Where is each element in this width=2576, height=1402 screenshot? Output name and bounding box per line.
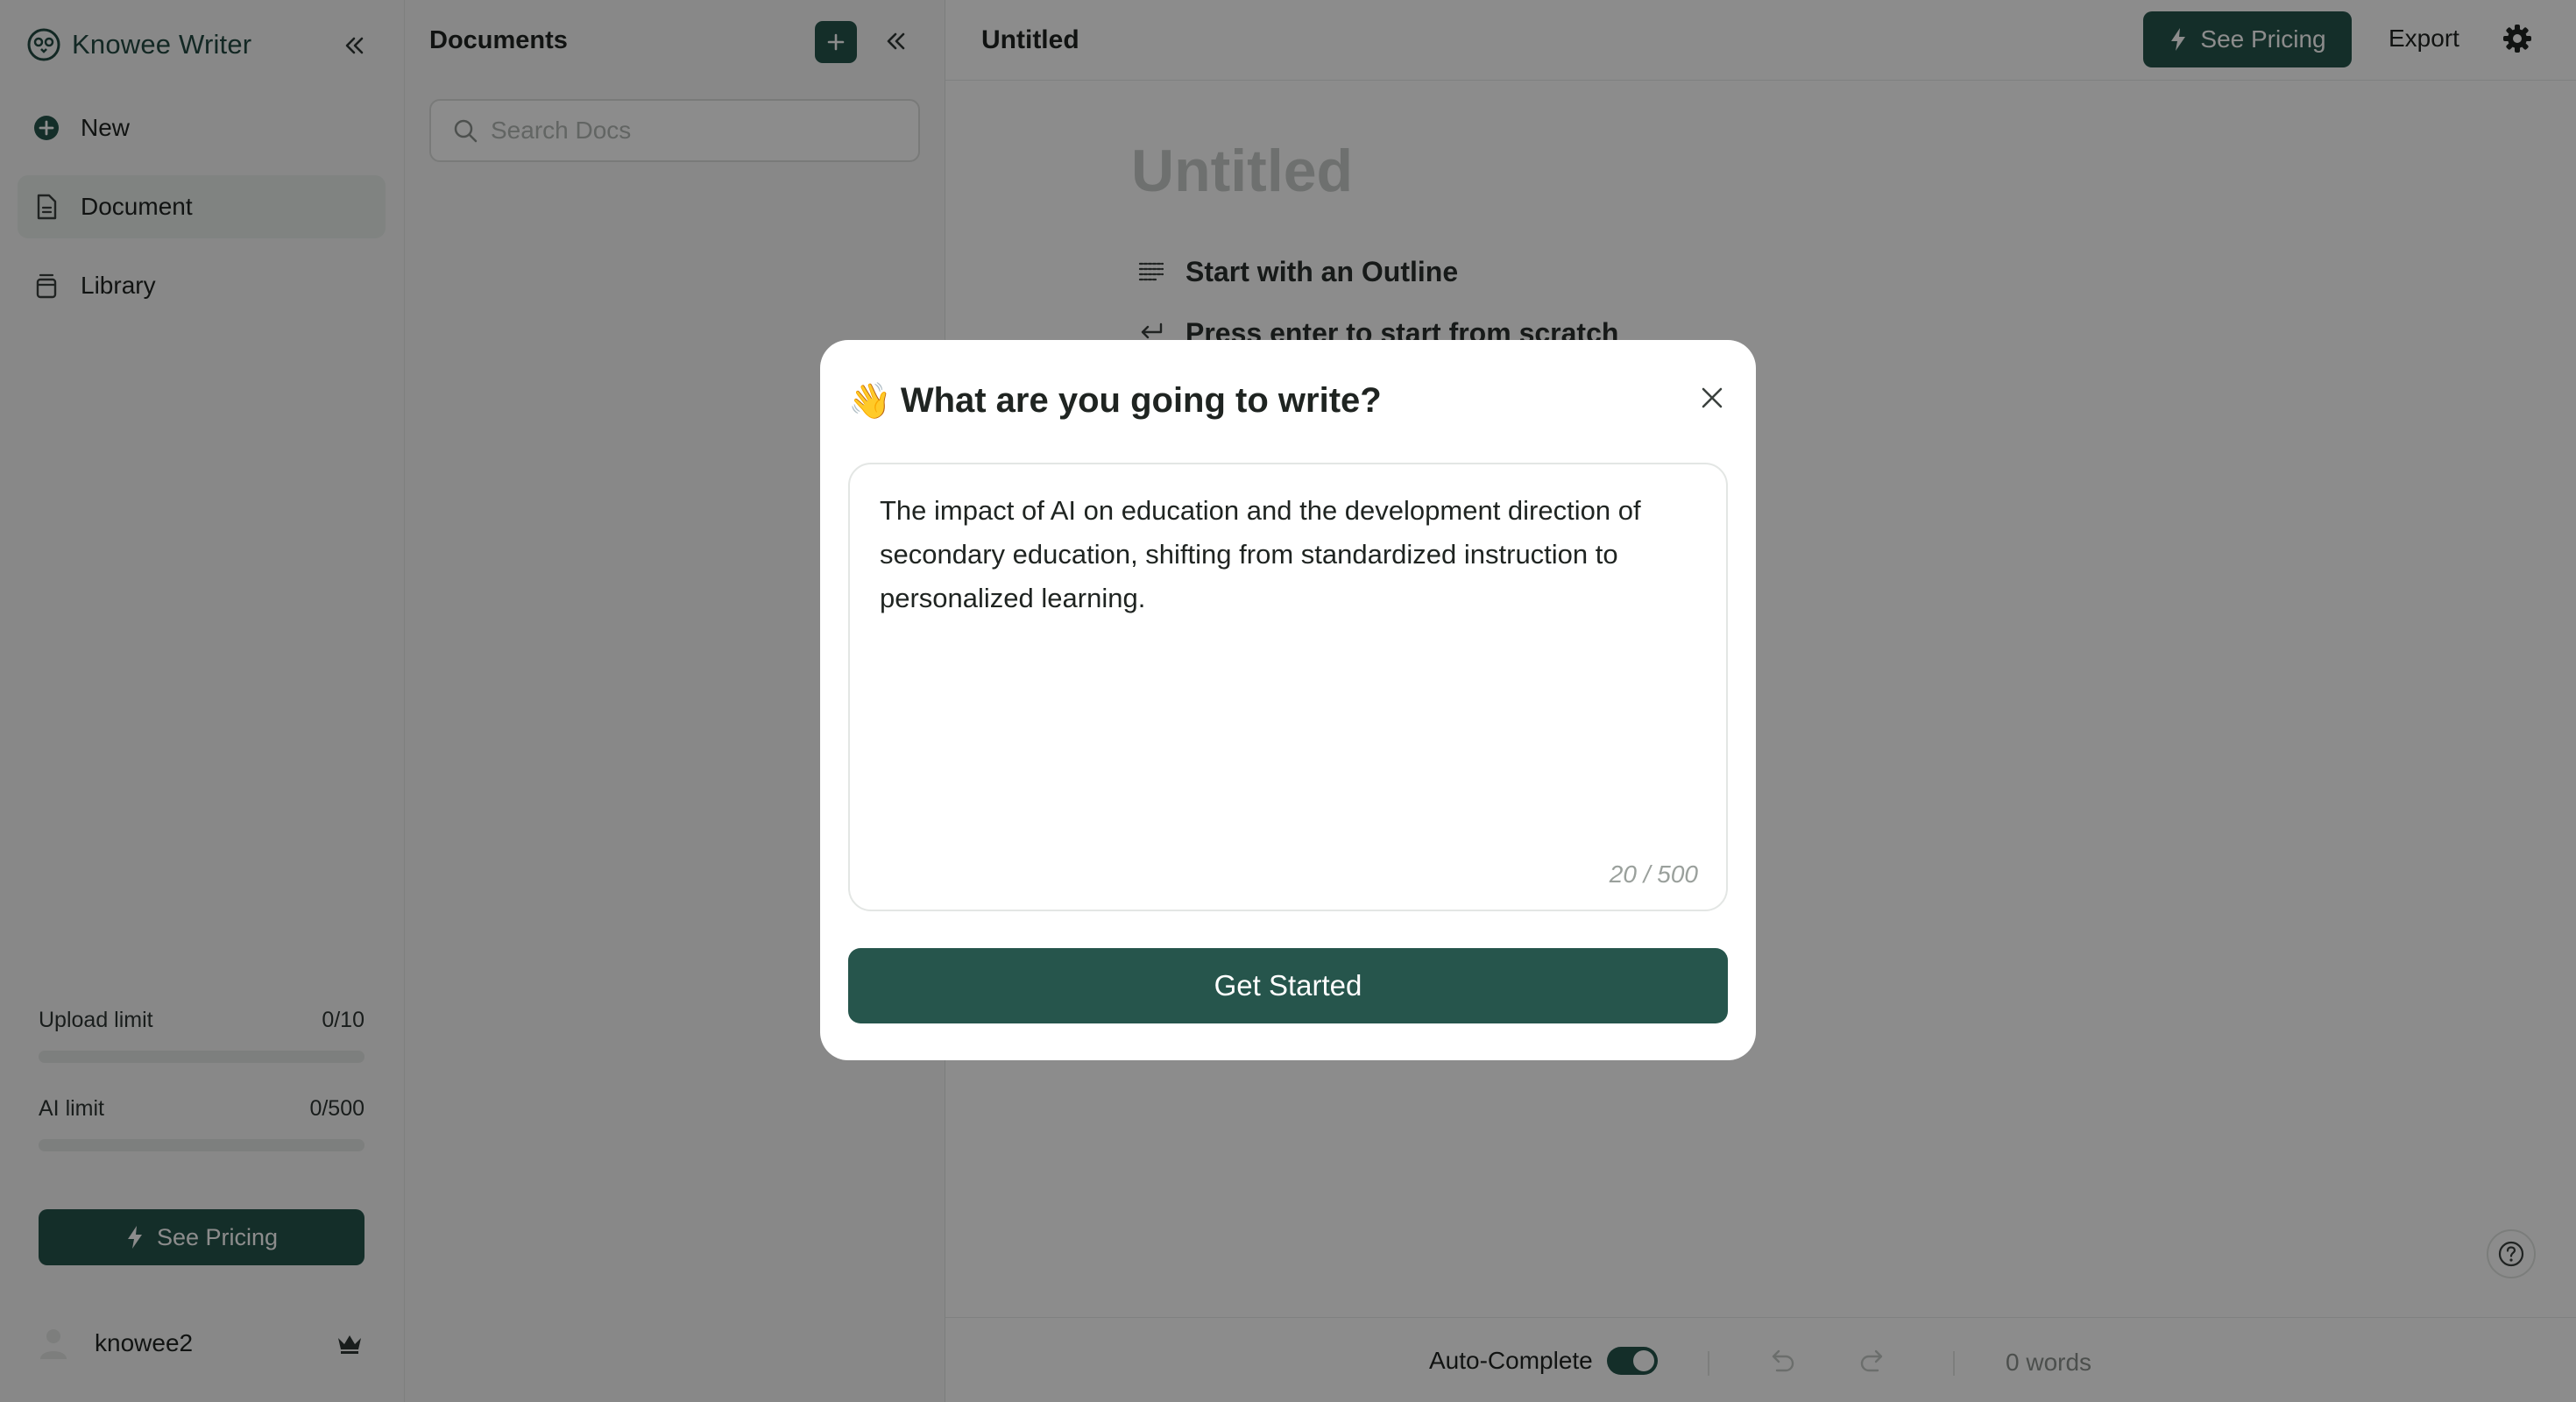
app-window: Knowee Writer New Document Library Uploa… xyxy=(0,0,2576,1402)
topic-textarea[interactable]: The impact of AI on education and the de… xyxy=(880,489,1696,839)
close-dialog-button[interactable] xyxy=(1695,380,1730,415)
waving-hand-emoji: 👋 xyxy=(848,382,892,421)
character-counter: 20 / 500 xyxy=(1609,860,1698,888)
dialog-title-text: What are you going to write? xyxy=(900,381,1382,420)
get-started-button[interactable]: Get Started xyxy=(848,948,1728,1023)
topic-textarea-wrapper: The impact of AI on education and the de… xyxy=(848,463,1728,911)
what-to-write-dialog: 👋 What are you going to write? The impac… xyxy=(820,340,1756,1060)
close-icon xyxy=(1702,387,1723,408)
dialog-title: 👋 What are you going to write? xyxy=(848,380,1382,421)
